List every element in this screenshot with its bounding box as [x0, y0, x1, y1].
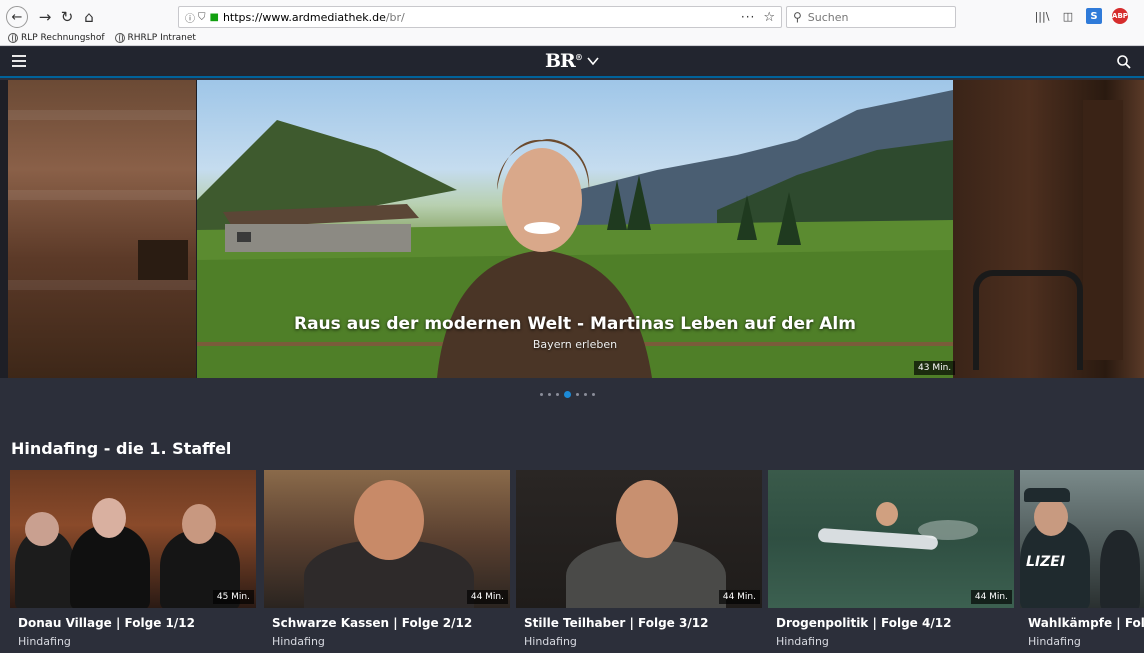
logo-mark: ® [574, 52, 583, 62]
sidebar-icon[interactable]: ◫ [1060, 8, 1076, 24]
carousel-dot[interactable] [584, 393, 587, 396]
bookmarks-bar: RLP Rechnungshof RHRLP Intranet [0, 30, 196, 46]
episode-thumbnail[interactable] [264, 470, 510, 608]
episode-title[interactable]: Stille Teilhaber | Folge 3/12 [524, 616, 708, 630]
adblock-icon[interactable]: ABP [1112, 8, 1128, 24]
overflow-menu-icon[interactable]: ⋮ [1138, 8, 1144, 24]
episode-title[interactable]: Wahlkämpfe | Folge 5/12 [1028, 616, 1144, 630]
episode-series: Hindafing [18, 635, 71, 648]
episode-tile[interactable]: LIZEI Wahlkämpfe | Folge 5/12 Hindafing [1020, 470, 1144, 653]
hero-caption: Raus aus der modernen Welt - Martinas Le… [197, 314, 953, 351]
url-bar[interactable]: ⓘ ⛉ ■ https://www.ardmediathek.de/br/ ··… [178, 6, 782, 28]
episode-title[interactable]: Donau Village | Folge 1/12 [18, 616, 195, 630]
info-icon: ⓘ [185, 13, 195, 25]
bookmark-item[interactable]: RHRLP Intranet [114, 33, 196, 43]
episode-series: Hindafing [524, 635, 577, 648]
next-slide-image[interactable] [953, 80, 1144, 378]
episode-thumbnail[interactable] [516, 470, 762, 608]
arrow-right-icon: → [38, 8, 52, 26]
episode-tile[interactable]: 44 Min. Drogenpolitik | Folge 4/12 Hinda… [768, 470, 1014, 653]
section-title[interactable]: Hindafing - die 1. Staffel [11, 439, 231, 458]
arrow-left-icon: ← [11, 9, 23, 25]
episode-thumbnail[interactable] [768, 470, 1014, 608]
episode-thumbnail[interactable] [10, 470, 256, 608]
search-placeholder: Suchen [807, 10, 849, 24]
site-header: BR® [0, 47, 1144, 78]
page-actions-button[interactable]: ··· [741, 10, 755, 24]
br-logo[interactable]: BR® [545, 50, 583, 72]
previous-slide-image[interactable] [8, 80, 196, 378]
episode-tile[interactable]: 44 Min. Schwarze Kassen | Folge 2/12 Hin… [264, 470, 510, 653]
browser-search-input[interactable]: ⚲ Suchen [786, 6, 956, 28]
menu-icon[interactable] [12, 55, 26, 67]
episode-tile[interactable]: 44 Min. Stille Teilhaber | Folge 3/12 Hi… [516, 470, 762, 653]
carousel-dot[interactable] [576, 393, 579, 396]
carousel-dot[interactable] [548, 393, 551, 396]
reload-icon: ↻ [60, 8, 74, 26]
carousel-dot[interactable] [540, 393, 543, 396]
globe-icon [114, 33, 125, 43]
episode-tile[interactable]: 45 Min. Donau Village | Folge 1/12 Hinda… [10, 470, 256, 653]
bookmark-label: RLP Rechnungshof [21, 33, 105, 43]
episode-series: Hindafing [1028, 635, 1081, 648]
duration-badge: 44 Min. [466, 590, 508, 604]
globe-icon [8, 33, 18, 43]
back-button[interactable]: ← [6, 6, 28, 28]
bookmark-item[interactable]: RLP Rechnungshof [8, 33, 105, 43]
episode-row: 45 Min. Donau Village | Folge 1/12 Hinda… [10, 470, 1144, 653]
episode-thumbnail[interactable]: LIZEI [1020, 470, 1144, 608]
carousel-dot[interactable] [564, 391, 571, 398]
hero-subtitle: Bayern erleben [532, 338, 618, 351]
bookmark-label: RHRLP Intranet [127, 33, 196, 43]
forward-button[interactable]: → [34, 6, 56, 28]
episode-title[interactable]: Schwarze Kassen | Folge 2/12 [272, 616, 472, 630]
episode-title[interactable]: Drogenpolitik | Folge 4/12 [776, 616, 951, 630]
url-host: https://www.ardmediathek.de [222, 10, 386, 24]
carousel-dot[interactable] [592, 393, 595, 396]
lock-icon: ■ [209, 11, 219, 23]
chevron-down-icon[interactable] [586, 54, 600, 68]
episode-series: Hindafing [272, 635, 325, 648]
search-icon[interactable] [1116, 54, 1132, 70]
browser-toolbar: ← → ↻ ⌂ ⓘ ⛉ ■ https://www.ardmediathek.d… [0, 0, 1144, 46]
bookmark-star-icon[interactable]: ☆ [763, 10, 775, 25]
extension-s-icon[interactable]: S [1086, 8, 1102, 24]
home-icon: ⌂ [84, 8, 94, 26]
duration-badge: 44 Min. [718, 590, 760, 604]
carousel-pagination [540, 391, 595, 398]
logo-text: BR [545, 50, 576, 72]
polizei-text: LIZEI [1026, 554, 1066, 570]
episode-series: Hindafing [776, 635, 829, 648]
duration-badge: 43 Min. [914, 361, 956, 375]
search-icon: ⚲ [793, 10, 802, 24]
home-button[interactable]: ⌂ [78, 6, 100, 28]
library-icon[interactable]: |||\ [1034, 8, 1050, 24]
hero-carousel[interactable]: Raus aus der modernen Welt - Martinas Le… [0, 80, 1144, 378]
shield-icon: ⛉ [198, 11, 206, 23]
url-path: /br/ [385, 10, 405, 24]
reload-button[interactable]: ↻ [56, 6, 78, 28]
duration-badge: 44 Min. [970, 590, 1012, 604]
carousel-dot[interactable] [556, 393, 559, 396]
hero-title[interactable]: Raus aus der modernen Welt - Martinas Le… [197, 314, 953, 334]
duration-badge: 45 Min. [212, 590, 254, 604]
